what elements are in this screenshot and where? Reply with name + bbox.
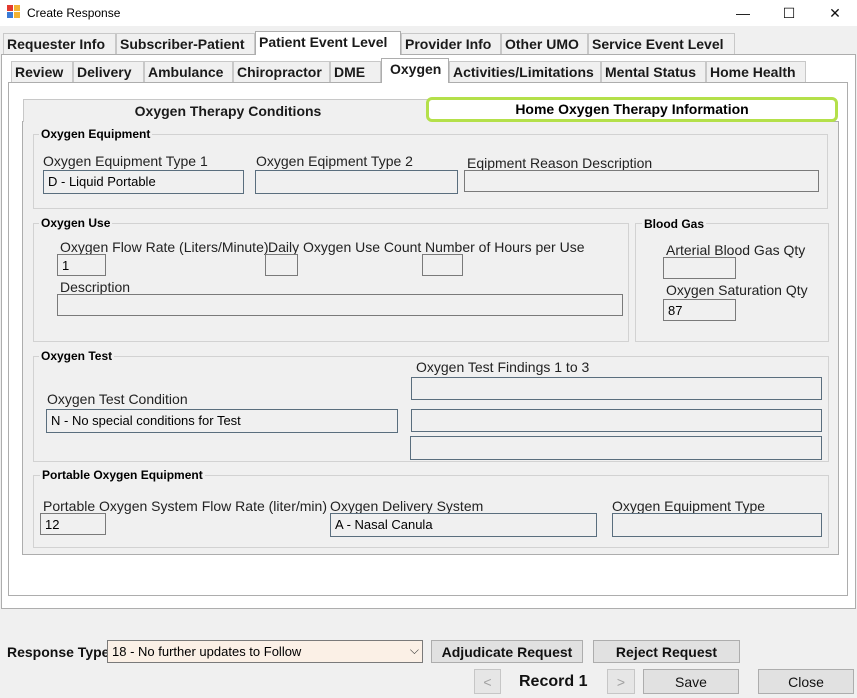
- save-button[interactable]: Save: [643, 669, 739, 694]
- maximize-button[interactable]: ☐: [766, 0, 812, 26]
- test-condition-field[interactable]: N - No special conditions for Test: [46, 409, 398, 433]
- portable-flow-field[interactable]: 12: [40, 513, 106, 535]
- tab-service-event-level[interactable]: Service Event Level: [588, 33, 735, 54]
- portable-flow-label: Portable Oxygen System Flow Rate (liter/…: [43, 498, 327, 514]
- record-indicator: Record 1: [519, 673, 588, 690]
- test-finding-1-field[interactable]: [411, 377, 822, 400]
- equipment-type2-label: Oxygen Eqipment Type 2: [256, 153, 413, 169]
- equipment-type1-label: Oxygen Equipment Type 1: [43, 153, 208, 169]
- oxygen-test-title: Oxygen Test: [39, 349, 115, 363]
- equipment-reason-field[interactable]: [464, 170, 819, 192]
- oxygen-use-title: Oxygen Use: [39, 216, 113, 230]
- arterial-blood-gas-field[interactable]: [663, 257, 736, 279]
- hours-per-use-field[interactable]: [422, 254, 463, 276]
- tab-subscriber-patient[interactable]: Subscriber-Patient: [116, 33, 255, 54]
- app-icon: [7, 5, 21, 19]
- tab-home-health[interactable]: Home Health: [706, 61, 806, 82]
- tab-delivery[interactable]: Delivery: [73, 61, 144, 82]
- previous-record-button[interactable]: <: [474, 669, 501, 694]
- test-finding-2-field[interactable]: [411, 409, 822, 432]
- test-finding-3-field[interactable]: [410, 436, 822, 460]
- delivery-system-label: Oxygen Delivery System: [330, 498, 484, 514]
- title-bar: Create Response — ☐ ✕: [0, 0, 857, 26]
- equipment-type2-field[interactable]: [255, 170, 458, 194]
- tab-oxygen[interactable]: Oxygen: [381, 58, 449, 83]
- close-button[interactable]: Close: [758, 669, 854, 694]
- minimize-button[interactable]: —: [720, 0, 766, 26]
- test-findings-label: Oxygen Test Findings 1 to 3: [416, 359, 590, 375]
- response-type-select[interactable]: 18 - No further updates to Follow ⌵: [107, 640, 423, 663]
- window-title: Create Response: [27, 6, 121, 20]
- tab-requester-info[interactable]: Requester Info: [3, 33, 116, 54]
- tab-dme[interactable]: DME: [330, 61, 381, 82]
- oxygen-equipment-title: Oxygen Equipment: [39, 127, 153, 141]
- tab-mental-status[interactable]: Mental Status: [601, 61, 706, 82]
- equipment-type1-field[interactable]: D - Liquid Portable: [43, 170, 244, 194]
- portable-equipment-type-label: Oxygen Equipment Type: [612, 498, 766, 514]
- flow-rate-field[interactable]: 1: [57, 254, 106, 276]
- description-field[interactable]: [57, 294, 623, 316]
- tab-provider-info[interactable]: Provider Info: [401, 33, 501, 54]
- tab-patient-event-level[interactable]: Patient Event Level: [255, 31, 401, 55]
- equipment-reason-label: Eqipment Reason Description: [467, 155, 653, 171]
- daily-use-field[interactable]: [265, 254, 298, 276]
- response-type-label: Response Type: [7, 644, 110, 660]
- tab-review[interactable]: Review: [11, 61, 73, 82]
- close-window-button[interactable]: ✕: [812, 0, 857, 26]
- chevron-down-icon: ⌵: [409, 643, 419, 657]
- tab-chiropractor[interactable]: Chiropractor: [233, 61, 330, 82]
- portable-oxygen-title: Portable Oxygen Equipment: [40, 468, 205, 482]
- oxygen-saturation-label: Oxygen Saturation Qty: [666, 282, 808, 298]
- hours-per-use-label: Number of Hours per Use: [425, 239, 585, 255]
- flow-rate-label: Oxygen Flow Rate (Liters/Minute): [60, 239, 269, 255]
- tab-other-umo[interactable]: Other UMO: [501, 33, 588, 54]
- blood-gas-title: Blood Gas: [642, 217, 707, 231]
- daily-use-label: Daily Oxygen Use Count: [268, 239, 422, 255]
- oxygen-saturation-field[interactable]: 87: [663, 299, 736, 321]
- tab-oxygen-therapy-conditions[interactable]: Oxygen Therapy Conditions: [23, 99, 433, 122]
- delivery-system-field[interactable]: A - Nasal Canula: [330, 513, 597, 537]
- reject-request-button[interactable]: Reject Request: [593, 640, 740, 663]
- tab-ambulance[interactable]: Ambulance: [144, 61, 233, 82]
- tab-home-oxygen-therapy-information[interactable]: Home Oxygen Therapy Information: [426, 97, 838, 122]
- test-condition-label: Oxygen Test Condition: [47, 391, 188, 407]
- tab-activities-limitations[interactable]: Activities/Limitations: [449, 61, 601, 82]
- portable-equipment-type-field[interactable]: [612, 513, 822, 537]
- description-label: Description: [60, 279, 131, 295]
- arterial-blood-gas-label: Arterial Blood Gas Qty: [666, 242, 806, 258]
- next-record-button[interactable]: >: [607, 669, 635, 694]
- adjudicate-request-button[interactable]: Adjudicate Request: [431, 640, 583, 663]
- response-type-value: 18 - No further updates to Follow: [112, 644, 302, 659]
